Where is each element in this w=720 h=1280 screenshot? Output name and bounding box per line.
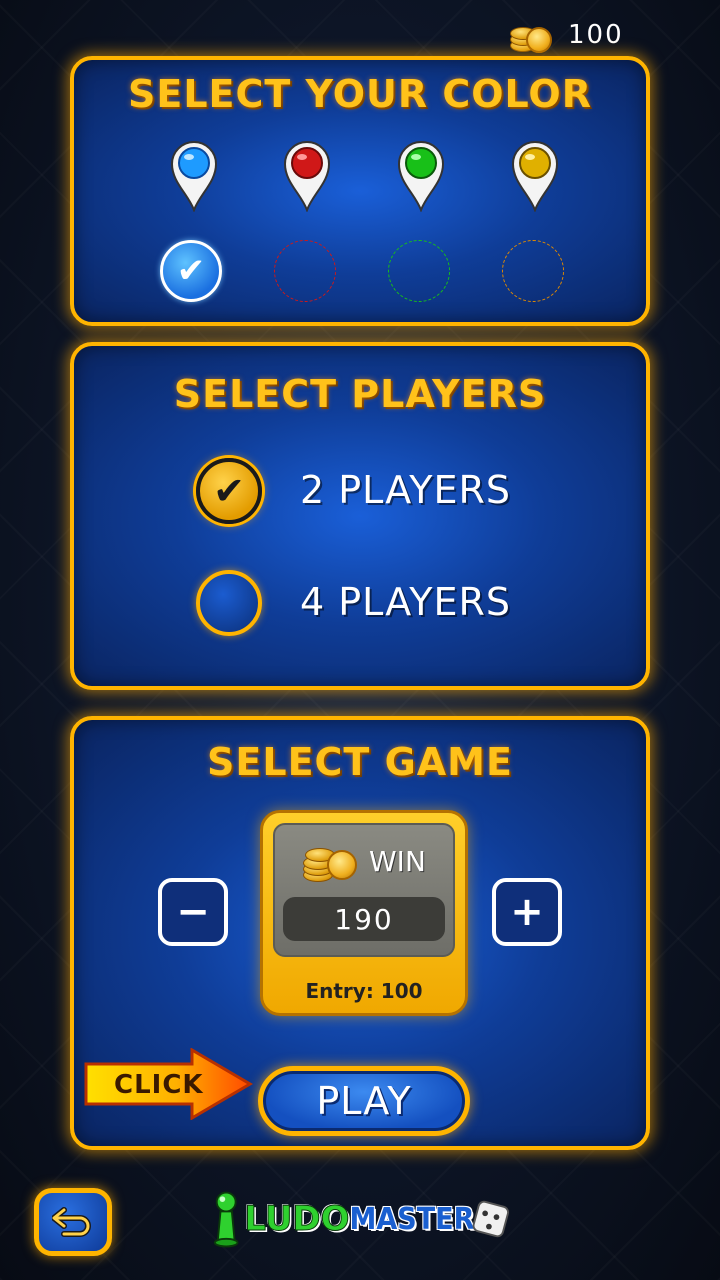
four-players-radio[interactable] xyxy=(196,570,262,636)
yellow-pin-icon[interactable] xyxy=(509,138,561,213)
increase-stake-button[interactable]: + xyxy=(492,878,562,946)
color-panel-title: SELECT YOUR COLOR xyxy=(128,72,592,116)
color-option-red[interactable] xyxy=(274,240,336,302)
four-players-label[interactable]: 4 PLAYERS xyxy=(300,580,511,624)
players-panel-title: SELECT PLAYERS xyxy=(173,372,547,416)
red-pin-icon[interactable] xyxy=(281,138,333,213)
win-amount: 190 xyxy=(283,897,445,941)
two-players-radio[interactable]: ✔ xyxy=(196,458,262,524)
logo-master-text: MASTER xyxy=(349,1201,475,1237)
logo-ludo-text: LUDO xyxy=(244,1199,350,1240)
back-button[interactable] xyxy=(34,1188,112,1256)
players-select-panel: SELECT PLAYERS ✔ 2 PLAYERS 4 PLAYERS xyxy=(70,342,650,690)
click-label: CLICK xyxy=(114,1070,204,1100)
green-pin-icon[interactable] xyxy=(395,138,447,213)
decrease-stake-button[interactable]: − xyxy=(158,878,228,946)
win-label: WIN xyxy=(369,844,426,878)
color-option-yellow[interactable] xyxy=(502,240,564,302)
win-row: WIN xyxy=(301,840,441,882)
color-option-green[interactable] xyxy=(388,240,450,302)
two-players-label[interactable]: 2 PLAYERS xyxy=(300,468,511,512)
pawn-icon xyxy=(213,1191,239,1248)
color-option-blue[interactable]: ✔ xyxy=(160,240,222,302)
minus-icon: − xyxy=(176,889,210,935)
click-arrow-hint: CLICK xyxy=(84,1048,254,1120)
entry-fee-label: Entry: 100 xyxy=(305,979,423,1003)
play-button[interactable]: PLAY xyxy=(258,1066,470,1136)
win-box: WIN 190 xyxy=(273,823,455,957)
game-stake-card: WIN 190 Entry: 100 xyxy=(260,810,468,1016)
blue-pin-icon[interactable] xyxy=(168,138,220,213)
plus-icon: + xyxy=(510,889,544,935)
coin-balance-value: 100 xyxy=(568,20,624,50)
ludo-master-logo: LUDO MASTER xyxy=(212,1184,512,1254)
check-icon: ✔ xyxy=(213,469,245,513)
back-arrow-icon xyxy=(52,1207,91,1237)
game-panel-title: SELECT GAME xyxy=(207,740,513,784)
gold-coins-icon xyxy=(508,15,554,55)
dice-icon xyxy=(472,1200,510,1238)
color-select-panel: SELECT YOUR COLOR ✔ xyxy=(70,56,650,326)
coin-balance: 100 xyxy=(508,14,638,56)
game-select-panel: SELECT GAME − WIN 190 Entry: 100 + CLICK… xyxy=(70,716,650,1150)
gold-coins-icon xyxy=(301,840,361,882)
check-icon: ✔ xyxy=(176,251,206,291)
